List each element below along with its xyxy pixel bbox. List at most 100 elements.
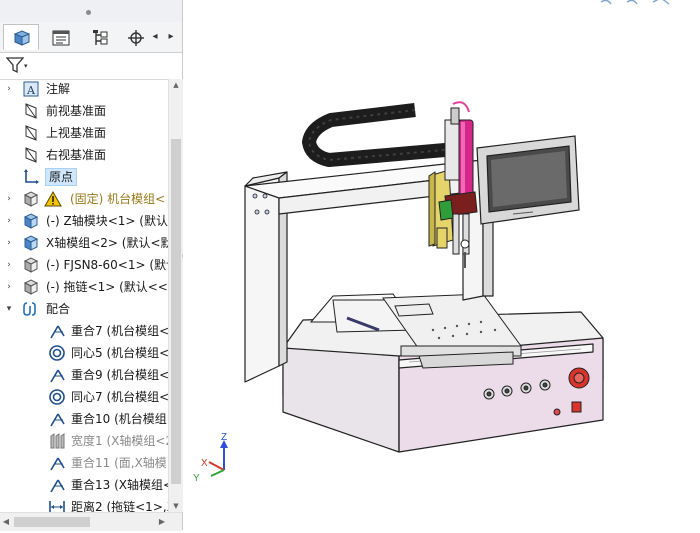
feature-manager-tab[interactable] bbox=[3, 24, 39, 50]
scroll-down-arrow[interactable]: ▼ bbox=[169, 500, 183, 512]
coordinate-triad: Z X Y bbox=[193, 432, 228, 484]
concentric-icon bbox=[48, 344, 66, 362]
filter-dropdown-caret[interactable]: ▾ bbox=[24, 62, 28, 70]
expand-arrow-icon[interactable]: › bbox=[4, 280, 14, 294]
collapse-handle[interactable] bbox=[86, 10, 91, 15]
warning-icon bbox=[44, 190, 62, 208]
feature-tree-row[interactable]: 重合11 (面,X轴模 bbox=[0, 452, 168, 474]
feature-tree-label: 重合11 (面,X轴模 bbox=[71, 456, 167, 470]
feature-tree-vertical-scrollbar[interactable]: ▲ ▼ bbox=[168, 79, 183, 512]
feature-tree-row[interactable]: 重合13 (X轴模组< bbox=[0, 474, 168, 496]
touch-screen bbox=[476, 135, 580, 225]
width-mate-icon bbox=[48, 432, 66, 450]
plane-icon bbox=[22, 146, 40, 164]
mates-icon bbox=[22, 300, 40, 318]
coincident-icon bbox=[48, 366, 66, 384]
feature-tree-row[interactable]: 前视基准面 bbox=[0, 100, 168, 122]
expand-arrow-icon[interactable]: › bbox=[4, 258, 14, 272]
feature-tree-label: 前视基准面 bbox=[46, 104, 107, 118]
configuration-manager-tab[interactable] bbox=[81, 24, 117, 50]
feature-tree-label: 配合 bbox=[46, 302, 71, 316]
origin-icon bbox=[22, 168, 40, 186]
triad-x-label: X bbox=[201, 458, 208, 469]
feature-tree-label: 重合9 (机台模组< bbox=[71, 368, 168, 382]
feature-tree-row[interactable]: 上视基准面 bbox=[0, 122, 168, 144]
dimxpert-tab[interactable] bbox=[117, 24, 145, 50]
vertical-scroll-thumb[interactable] bbox=[171, 139, 181, 484]
scroll-left-arrow[interactable]: ◀ bbox=[0, 516, 12, 528]
cable-chain bbox=[302, 103, 446, 167]
feature-tree-row[interactable]: 同心5 (机台模组< bbox=[0, 342, 168, 364]
expand-arrow-icon[interactable]: › bbox=[4, 214, 14, 228]
scroll-right-arrow[interactable]: ▶ bbox=[156, 516, 168, 528]
scroll-up-arrow[interactable]: ▲ bbox=[169, 79, 183, 91]
feature-tree-row[interactable]: 同心7 (机台模组< bbox=[0, 386, 168, 408]
collapse-arrow-icon[interactable]: ▾ bbox=[4, 302, 14, 316]
concentric-icon bbox=[48, 388, 66, 406]
feature-tree-row[interactable]: 重合10 (机台模组 bbox=[0, 408, 168, 430]
feature-tree-row[interactable]: 宽度1 (X轴模组<2 bbox=[0, 430, 168, 452]
part-icon bbox=[22, 256, 40, 274]
feature-tree-label: (固定) 机台模组< bbox=[70, 192, 166, 206]
feature-tree-label: 原点 bbox=[44, 168, 78, 186]
feature-tree-row[interactable]: › A 注解 bbox=[0, 79, 168, 100]
horizontal-scroll-thumb[interactable] bbox=[14, 517, 90, 527]
feature-tree-row[interactable]: 重合7 (机台模组< bbox=[0, 320, 168, 342]
expand-arrow-icon[interactable]: › bbox=[4, 82, 14, 96]
coincident-icon bbox=[48, 410, 66, 428]
coincident-icon bbox=[48, 476, 66, 494]
property-manager-tab[interactable] bbox=[42, 24, 78, 50]
expand-arrow-icon[interactable]: › bbox=[4, 236, 14, 250]
feature-tree-label: 重合10 (机台模组 bbox=[71, 412, 167, 426]
feature-tree-row[interactable]: › (固定) 机台模组< bbox=[0, 188, 168, 210]
feature-tree-label: 重合13 (X轴模组< bbox=[71, 478, 168, 492]
plane-icon bbox=[22, 102, 40, 120]
distance-icon bbox=[48, 498, 66, 512]
dimxpert-icon bbox=[128, 30, 144, 46]
feature-tree-row[interactable]: 右视基准面 bbox=[0, 144, 168, 166]
tab-scroll-right-button[interactable]: ▸ bbox=[165, 30, 177, 44]
triad-y-label: Y bbox=[193, 473, 200, 484]
feature-tree-label: X轴模组<2> (默认<默 bbox=[46, 236, 168, 250]
feature-tree-label: 宽度1 (X轴模组<2 bbox=[71, 434, 168, 448]
feature-tree-row[interactable]: › X轴模组<2> (默认<默 bbox=[0, 232, 168, 254]
feature-tree-row[interactable]: 原点 bbox=[0, 166, 168, 188]
assembly-icon bbox=[22, 234, 40, 252]
feature-tree-row[interactable]: ▾ 配合 bbox=[0, 298, 168, 320]
feature-tree: › A 注解前视基准面上视基准面右视基准面原点 › (固定) 机台模组< › (-) Z轴模… bbox=[0, 79, 168, 512]
feature-tree-row[interactable]: › (-) FJSN8-60<1> (默认 bbox=[0, 254, 168, 276]
feature-manager-icon bbox=[13, 30, 31, 46]
configuration-manager-icon bbox=[93, 30, 108, 45]
feature-tree-row[interactable]: › (-) 拖链<1> (默认<<默 bbox=[0, 276, 168, 298]
feature-manager-panel: ◂ ▸ ▾ › A 注解前视基准面上视基准面右视基准面原点 › (固定) 机台模组< › (… bbox=[0, 0, 183, 531]
feature-tree-horizontal-scrollbar[interactable]: ◀ ▶ bbox=[0, 512, 182, 531]
coincident-icon bbox=[48, 454, 66, 472]
panel-top-strip bbox=[0, 0, 182, 23]
expand-arrow-icon[interactable]: › bbox=[4, 192, 14, 206]
filter-bar: ▾ bbox=[0, 53, 182, 80]
feature-tree-label: 上视基准面 bbox=[46, 126, 107, 140]
feature-tree-label: (-) 拖链<1> (默认<<默 bbox=[46, 280, 168, 294]
tab-scroll-left-button[interactable]: ◂ bbox=[149, 30, 161, 44]
part-icon bbox=[22, 278, 40, 296]
annotation-icon: A bbox=[22, 80, 40, 98]
view-orientation-icon[interactable] bbox=[600, 0, 670, 5]
feature-tree-row[interactable]: 重合9 (机台模组< bbox=[0, 364, 168, 386]
feature-tree-label: 同心7 (机台模组< bbox=[71, 390, 168, 404]
feature-tree-label: 注解 bbox=[46, 82, 71, 96]
feature-tree-label: (-) Z轴模块<1> (默认 bbox=[46, 214, 168, 228]
fixed-assembly-icon bbox=[22, 190, 40, 208]
feature-tree-label: (-) FJSN8-60<1> (默认 bbox=[46, 258, 168, 272]
plane-icon bbox=[22, 124, 40, 142]
feature-tree-row[interactable]: › (-) Z轴模块<1> (默认 bbox=[0, 210, 168, 232]
feature-tree-label: 同心5 (机台模组< bbox=[71, 346, 168, 360]
property-manager-icon bbox=[52, 30, 70, 46]
feature-tree-row[interactable]: 距离2 (拖链<1>,X bbox=[0, 496, 168, 512]
graphics-viewport[interactable]: Z X Y bbox=[183, 0, 700, 530]
feature-tree-label: 距离2 (拖链<1>,X bbox=[71, 500, 168, 512]
assembly-icon bbox=[22, 212, 40, 230]
panel-tab-bar: ◂ ▸ bbox=[0, 22, 182, 53]
filter-icon[interactable] bbox=[6, 56, 24, 74]
coincident-icon bbox=[48, 322, 66, 340]
triad-z-label: Z bbox=[221, 432, 227, 443]
